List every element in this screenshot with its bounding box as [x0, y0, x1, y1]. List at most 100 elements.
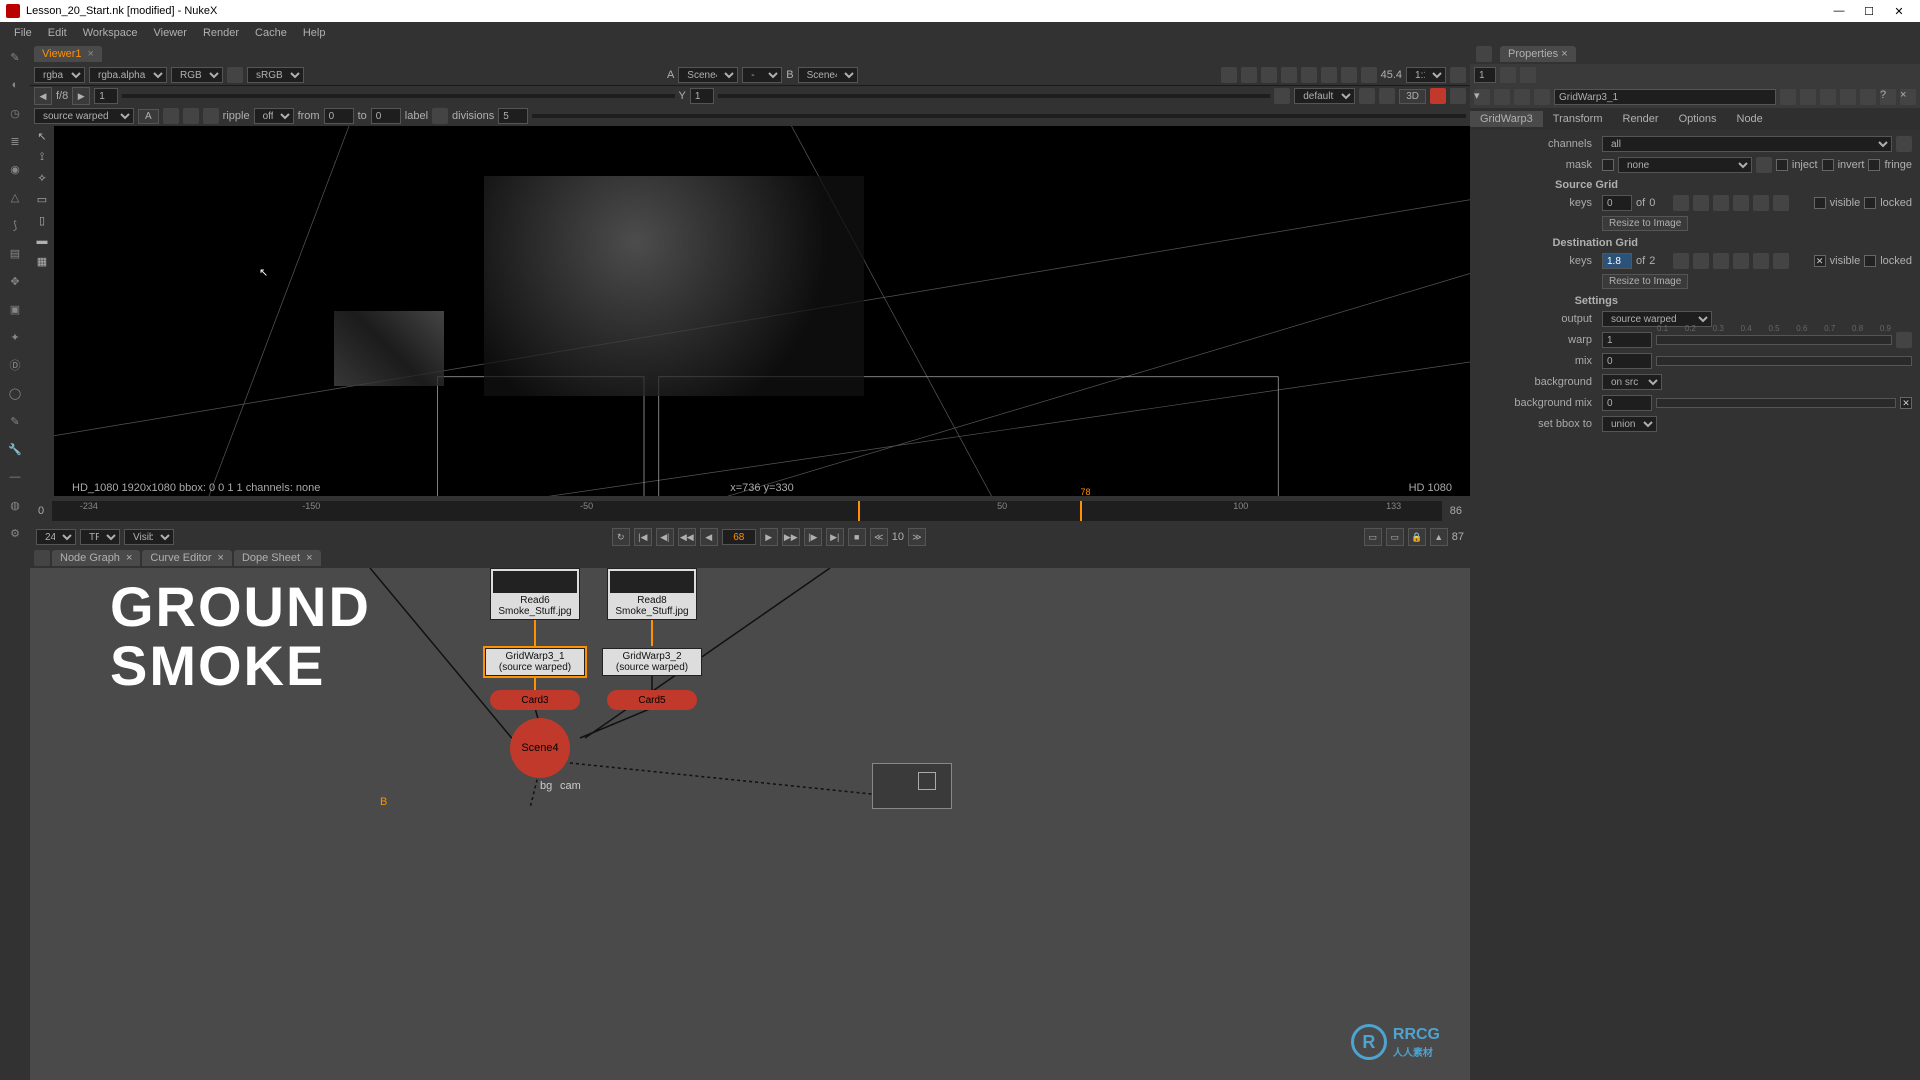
preset-select[interactable]: default: [1294, 88, 1355, 104]
subtab-gridwarp[interactable]: GridWarp3: [1470, 111, 1543, 127]
node-read6[interactable]: Read6 Smoke_Stuff.jpg: [490, 568, 580, 620]
dst-locked-check[interactable]: [1864, 255, 1876, 267]
solid-rect-icon[interactable]: ▬: [37, 235, 48, 247]
sparkle-icon[interactable]: ✦: [6, 328, 24, 346]
tool2-icon[interactable]: [183, 108, 199, 124]
mask-enable-check[interactable]: [1602, 159, 1614, 171]
next-key-button[interactable]: |▶: [804, 528, 822, 546]
compare-b-select[interactable]: Scene4: [798, 67, 858, 83]
node-btn5-icon[interactable]: [1860, 89, 1876, 105]
src-key-btn3[interactable]: [1713, 195, 1729, 211]
tab-close-icon[interactable]: ×: [88, 48, 94, 60]
warp-anim-icon[interactable]: [1896, 332, 1912, 348]
tab-curve-editor[interactable]: Curve Editor×: [142, 550, 232, 566]
threeD-button[interactable]: 3D: [1399, 89, 1426, 104]
pin-icon[interactable]: ⟡: [38, 172, 45, 185]
prev-key-button[interactable]: ◀|: [656, 528, 674, 546]
grid-icon[interactable]: [1281, 67, 1297, 83]
flag-icon[interactable]: [1274, 88, 1290, 104]
fps-select[interactable]: 24*: [36, 529, 76, 545]
list-icon[interactable]: [1301, 67, 1317, 83]
stop-button[interactable]: ■: [848, 528, 866, 546]
node-card5[interactable]: Card5: [607, 690, 697, 710]
channel-rgb[interactable]: RGB: [171, 67, 223, 83]
src-visible-check[interactable]: [1814, 197, 1826, 209]
align-icon[interactable]: [1379, 88, 1395, 104]
src-key-btn2[interactable]: [1693, 195, 1709, 211]
src-key-btn4[interactable]: [1733, 195, 1749, 211]
compare-mode-select[interactable]: -: [742, 67, 782, 83]
zoom-select[interactable]: 1:1: [1406, 67, 1446, 83]
handle-icon[interactable]: [1476, 46, 1492, 62]
a-toggle[interactable]: A: [138, 109, 159, 124]
stack-icon[interactable]: [1359, 88, 1375, 104]
node-help-icon[interactable]: ?: [1880, 89, 1896, 105]
menu-viewer[interactable]: Viewer: [146, 27, 195, 39]
node-btn4-icon[interactable]: [1840, 89, 1856, 105]
dst-key-btn3[interactable]: [1713, 253, 1729, 269]
colorspace-select[interactable]: sRGB: [247, 67, 304, 83]
dst-key-btn2[interactable]: [1693, 253, 1709, 269]
layers-icon[interactable]: ▤: [6, 244, 24, 262]
channels-select[interactable]: all: [1602, 136, 1892, 152]
gamma-slider[interactable]: [718, 94, 1270, 98]
layout1-icon[interactable]: [1221, 67, 1237, 83]
next-icon[interactable]: ▶: [72, 87, 90, 105]
gain-slider[interactable]: [122, 94, 674, 98]
background-select[interactable]: on src: [1602, 374, 1662, 390]
dst-key-btn6[interactable]: [1773, 253, 1789, 269]
dst-key-btn5[interactable]: [1753, 253, 1769, 269]
bgmix-slider[interactable]: [1656, 398, 1896, 408]
mask-ch-icon[interactable]: [1756, 157, 1772, 173]
mask-select[interactable]: none: [1618, 157, 1752, 173]
cube-icon[interactable]: ▣: [6, 300, 24, 318]
first-frame-button[interactable]: |◀: [634, 528, 652, 546]
node-name-field[interactable]: [1554, 89, 1776, 105]
dst-visible-check[interactable]: [1814, 255, 1826, 267]
to-input[interactable]: [371, 108, 401, 124]
node-btn3-icon[interactable]: [1820, 89, 1836, 105]
dst-keys-a[interactable]: [1602, 253, 1632, 269]
tab-close-icon[interactable]: ×: [218, 552, 224, 564]
mix-input[interactable]: [1602, 353, 1652, 369]
node-read8[interactable]: Read8 Smoke_Stuff.jpg: [607, 568, 697, 620]
node-color-icon[interactable]: [1494, 89, 1510, 105]
warp-slider[interactable]: 0.10.20.30.40.50.60.70.80.9: [1656, 335, 1892, 345]
tab-dope-sheet[interactable]: Dope Sheet×: [234, 550, 321, 566]
from-input[interactable]: [324, 108, 354, 124]
node-btn2-icon[interactable]: [1800, 89, 1816, 105]
dst-key-btn1[interactable]: [1673, 253, 1689, 269]
clock-icon[interactable]: ◷: [6, 104, 24, 122]
mix-slider[interactable]: [1656, 356, 1912, 366]
src-keys-a[interactable]: [1602, 195, 1632, 211]
step-fwd-button[interactable]: ▶▶: [782, 528, 800, 546]
skip-back-button[interactable]: ≪: [870, 528, 888, 546]
last-frame-button[interactable]: ▶|: [826, 528, 844, 546]
subtab-node[interactable]: Node: [1727, 111, 1773, 127]
tf-select[interactable]: TF: [80, 529, 120, 545]
ripple-select[interactable]: off: [254, 108, 294, 124]
gear-icon[interactable]: ⚙: [6, 524, 24, 542]
tool3-icon[interactable]: [203, 108, 219, 124]
render-icon[interactable]: ▲: [1430, 528, 1448, 546]
node-scene4[interactable]: Scene4: [510, 718, 570, 778]
tab-viewer1[interactable]: Viewer1 ×: [34, 46, 102, 62]
tab-close-icon[interactable]: ×: [1561, 48, 1567, 60]
subtab-options[interactable]: Options: [1669, 111, 1727, 127]
refresh-icon[interactable]: [1321, 67, 1337, 83]
node-btn1-icon[interactable]: [1780, 89, 1796, 105]
subtab-transform[interactable]: Transform: [1543, 111, 1613, 127]
skip-fwd-button[interactable]: ≫: [908, 528, 926, 546]
channel-alpha[interactable]: rgba.alpha: [89, 67, 167, 83]
subtab-render[interactable]: Render: [1613, 111, 1669, 127]
lock-icon[interactable]: 🔒: [1408, 528, 1426, 546]
wrench-icon[interactable]: 🔧: [6, 440, 24, 458]
curve-icon[interactable]: ⟆: [6, 216, 24, 234]
invert-check[interactable]: [1822, 159, 1834, 171]
globe-icon[interactable]: ◉: [6, 160, 24, 178]
menu-render[interactable]: Render: [195, 27, 247, 39]
node-toggle-icon[interactable]: [1514, 89, 1530, 105]
bgmix-check[interactable]: [1900, 397, 1912, 409]
rect-icon[interactable]: ▭: [37, 193, 47, 206]
tab-close-icon[interactable]: ×: [306, 552, 312, 564]
